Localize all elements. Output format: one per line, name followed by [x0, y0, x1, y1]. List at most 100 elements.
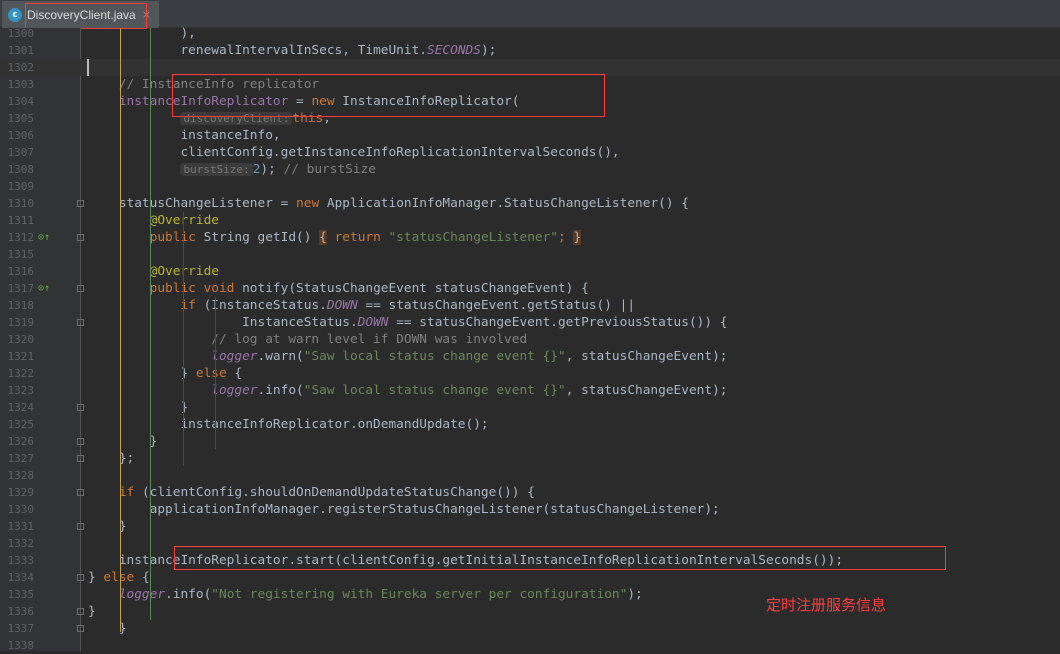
code-text: ), [88, 25, 195, 42]
fold-toggle-icon[interactable] [77, 625, 84, 632]
code-token: TimeUnit. [357, 43, 427, 58]
code-line[interactable]: 1334 } else { [0, 569, 1060, 586]
fold-toggle-icon[interactable] [77, 455, 84, 462]
line-number: 1312 [7, 231, 35, 244]
code-line[interactable]: 1315 [0, 246, 1060, 263]
code-token: ); [260, 162, 284, 177]
code-text: instanceInfoReplicator.onDemandUpdate(); [88, 416, 488, 433]
code-token: clientConfig.getInstanceInfoReplicationI… [88, 145, 620, 160]
line-number: 1327 [7, 452, 35, 465]
code-token: , statusChangeEvent); [565, 383, 728, 398]
code-token: new [296, 196, 327, 211]
text-cursor [87, 59, 89, 76]
code-token: @Override [88, 264, 219, 279]
line-number: 1319 [7, 316, 35, 329]
fold-toggle-icon[interactable] [77, 200, 84, 207]
highlight-replicator-init [172, 74, 605, 117]
line-number: 1334 [7, 571, 35, 584]
line-number: 1315 [7, 248, 35, 261]
code-token: applicationInfoManager.registerStatusCha… [88, 502, 720, 517]
code-line[interactable]: 1337 } [0, 620, 1060, 637]
code-line[interactable]: 1331 } [0, 518, 1060, 535]
fold-toggle-icon[interactable] [77, 574, 84, 581]
code-token: (clientConfig.shouldOnDemandUpdateStatus… [141, 485, 535, 500]
line-number: 1307 [7, 146, 35, 159]
code-line[interactable]: 1311 @Override [0, 212, 1060, 229]
code-token: renewalIntervalInSecs, [88, 43, 358, 58]
line-number: 1316 [7, 265, 35, 278]
code-line[interactable]: 1336} [0, 603, 1060, 620]
fold-toggle-icon[interactable] [77, 404, 84, 411]
line-number: 1305 [7, 112, 35, 125]
line-number: 1324 [7, 401, 35, 414]
code-line[interactable]: 1323 logger.info("Saw local status chang… [0, 382, 1060, 399]
code-line[interactable]: 1300 ), [0, 25, 1060, 42]
code-token: } [88, 366, 196, 381]
code-token: else [103, 570, 142, 585]
code-token: "Not registering with Eureka server per … [211, 587, 628, 602]
code-line[interactable]: 1316 @Override [0, 263, 1060, 280]
line-number: 1338 [7, 639, 35, 652]
code-text: } else { [88, 569, 150, 586]
code-line[interactable]: 1327 }; [0, 450, 1060, 467]
code-line[interactable]: 1338 [0, 637, 1060, 654]
parameter-hint: burstSize: [180, 163, 253, 176]
code-token: if [88, 298, 204, 313]
line-number: 1336 [7, 605, 35, 618]
fold-toggle-icon[interactable] [77, 608, 84, 615]
highlight-replicator-start [174, 546, 946, 570]
code-token: String getId() [203, 230, 320, 245]
override-marker-icon[interactable]: ⊙↑ [38, 229, 50, 246]
fold-toggle-icon[interactable] [77, 285, 84, 292]
code-token: SECONDS [427, 43, 481, 58]
code-token: @Override [88, 213, 219, 228]
code-token: (InstanceStatus. [203, 298, 327, 313]
code-line[interactable]: 1306 instanceInfo, [0, 127, 1060, 144]
fold-toggle-icon[interactable] [77, 489, 84, 496]
line-number: 1306 [7, 129, 35, 142]
code-line[interactable]: 1325 instanceInfoReplicator.onDemandUpda… [0, 416, 1060, 433]
code-line[interactable]: 1301 renewalIntervalInSecs, TimeUnit.SEC… [0, 42, 1060, 59]
code-text: } [88, 603, 96, 620]
code-token: "Saw local status change event {}" [303, 349, 566, 364]
code-line[interactable]: 1329 if (clientConfig.shouldOnDemandUpda… [0, 484, 1060, 501]
code-line[interactable]: 1308 burstSize: 2); // burstSize [0, 161, 1060, 178]
code-line[interactable]: 1312 ⊙↑ public String getId() { return "s… [0, 229, 1060, 246]
code-line[interactable]: 1335 logger.info("Not registering with E… [0, 586, 1060, 603]
code-line[interactable]: 1317 ⊙↑ public void notify(StatusChangeEv… [0, 280, 1060, 297]
override-marker-icon[interactable]: ⊙↑ [38, 280, 50, 297]
code-token: logger [88, 349, 258, 364]
line-number: 1318 [7, 299, 35, 312]
fold-toggle-icon[interactable] [77, 234, 84, 241]
code-token: == statusChangeEvent.getPreviousStatus()… [388, 315, 728, 330]
code-token: notify(StatusChangeEvent statusChangeEve… [242, 281, 589, 296]
code-line[interactable]: 1330 applicationInfoManager.registerStat… [0, 501, 1060, 518]
code-line[interactable]: 1320 // log at warn level if DOWN was in… [0, 331, 1060, 348]
code-line[interactable]: 1322 } else { [0, 365, 1060, 382]
java-class-icon: c [8, 7, 22, 22]
code-line[interactable]: 1328 [0, 467, 1060, 484]
code-line[interactable]: 1309 [0, 178, 1060, 195]
code-line[interactable]: 1307 clientConfig.getInstanceInfoReplica… [0, 144, 1060, 161]
code-line[interactable]: 1318 if (InstanceStatus.DOWN == statusCh… [0, 297, 1060, 314]
fold-toggle-icon[interactable] [77, 523, 84, 530]
line-number: 1302 [7, 61, 35, 74]
code-line[interactable]: 1319 InstanceStatus.DOWN == statusChange… [0, 314, 1060, 331]
code-line[interactable]: 1326 } [0, 433, 1060, 450]
code-token: logger [88, 587, 166, 602]
fold-toggle-icon[interactable] [77, 319, 84, 326]
code-token: "Saw local status change event {}" [303, 383, 566, 398]
fold-toggle-icon[interactable] [77, 438, 84, 445]
code-text: burstSize: 2); // burstSize [88, 161, 376, 178]
indent-guide [183, 212, 184, 466]
indent-guide [150, 28, 151, 620]
code-line[interactable]: 1324 } [0, 399, 1060, 416]
code-token: public [88, 230, 204, 245]
code-text: applicationInfoManager.registerStatusCha… [88, 501, 720, 518]
code-token: instanceInfo, [88, 128, 281, 143]
code-token: ); [480, 43, 497, 58]
code-token: } [88, 570, 104, 585]
code-line[interactable]: 1321 logger.warn("Saw local status chang… [0, 348, 1060, 365]
code-line[interactable]: 1310 statusChangeListener = new Applicat… [0, 195, 1060, 212]
